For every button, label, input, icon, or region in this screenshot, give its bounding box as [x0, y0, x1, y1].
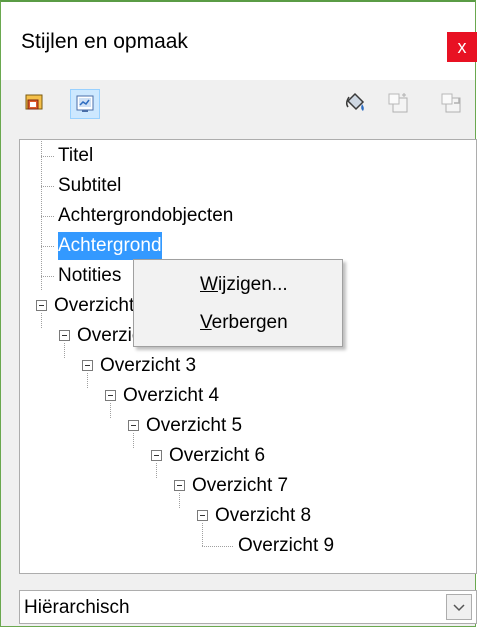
styles-tree[interactable]: Titel Subtitel Achtergrondobjecten Achte…: [19, 139, 477, 574]
tree-connector: [133, 432, 134, 448]
tree-item-label: Overzicht 8: [215, 505, 312, 526]
toolbar: [1, 80, 475, 134]
chevron-down-icon: [453, 604, 465, 612]
drawing-styles-icon: [76, 95, 94, 112]
tree-item-label: Notities: [58, 265, 122, 286]
filter-dropdown-button[interactable]: [446, 594, 472, 620]
tree-connector: [41, 276, 55, 277]
tree-connector: [179, 492, 180, 508]
tree-item-overzicht-7[interactable]: Overzicht 7: [192, 472, 288, 500]
collapse-icon[interactable]: [151, 450, 162, 461]
tree-item-notities[interactable]: Notities: [58, 262, 121, 290]
tree-item-titel[interactable]: Titel: [58, 142, 93, 170]
tree-item-overzicht-9[interactable]: Overzicht 9: [238, 532, 334, 560]
paint-bucket-icon: [345, 92, 365, 111]
collapse-icon[interactable]: [82, 360, 93, 371]
menu-item-verbergen[interactable]: Verbergen: [200, 312, 288, 334]
tree-item-label: Achtergrondobjecten: [58, 205, 234, 226]
close-icon: x: [457, 37, 467, 57]
tree-item-overzicht-6[interactable]: Overzicht 6: [169, 442, 265, 470]
tree-item-overzicht-4[interactable]: Overzicht 4: [123, 382, 219, 410]
menu-item-label: ijzigen...: [217, 274, 288, 295]
tree-connector: [41, 312, 42, 328]
tree-item-achtergrond[interactable]: Achtergrond: [58, 232, 162, 260]
tree-item-subtitel[interactable]: Subtitel: [58, 172, 121, 200]
collapse-icon[interactable]: [105, 390, 116, 401]
tree-item-label: Subtitel: [58, 175, 122, 196]
update-style-button[interactable]: [437, 89, 467, 119]
tree-connector: [41, 246, 55, 247]
context-menu: Wijzigen... Verbergen: [133, 259, 343, 347]
fill-format-mode-button[interactable]: [340, 89, 370, 119]
title-bar: Stijlen en opmaak x: [1, 2, 477, 80]
presentation-styles-button[interactable]: [19, 89, 49, 119]
tree-connector: [41, 156, 55, 157]
tree-item-label: Overzicht 7: [192, 475, 289, 496]
menu-item-wijzigen[interactable]: Wijzigen...: [200, 274, 288, 296]
tree-connector: [41, 186, 55, 187]
tree-item-overzicht-5[interactable]: Overzicht 5: [146, 412, 242, 440]
tree-item-label: Overzicht 5: [146, 415, 243, 436]
tree-connector: [202, 522, 203, 546]
tree-item-label: Titel: [58, 145, 94, 166]
collapse-icon[interactable]: [128, 420, 139, 431]
menu-item-label: erbergen: [211, 312, 288, 333]
tree-item-label: Overzicht 9: [238, 535, 335, 556]
tree-item-achtergrondobjecten[interactable]: Achtergrondobjecten: [58, 202, 233, 230]
tree-item-label: Overzicht 3: [100, 355, 197, 376]
panel-title: Stijlen en opmaak: [21, 30, 188, 53]
tree-connector: [110, 402, 111, 418]
update-style-icon: [441, 93, 461, 113]
tree-connector: [156, 462, 157, 478]
tree-item-overzicht-8[interactable]: Overzicht 8: [215, 502, 311, 530]
tree-connector: [64, 342, 65, 358]
filter-dropdown[interactable]: Hiërarchisch: [19, 590, 477, 624]
styles-panel: Stijlen en opmaak x Titel Subtitel Achte…: [0, 0, 477, 627]
tree-connector: [41, 140, 42, 290]
presentation-styles-icon: [25, 94, 43, 110]
tree-item-label: Overzicht 6: [169, 445, 266, 466]
close-button[interactable]: x: [447, 32, 477, 62]
collapse-icon[interactable]: [59, 330, 70, 341]
new-style-from-selection-button[interactable]: [384, 89, 414, 119]
tree-connector: [87, 372, 88, 388]
collapse-icon[interactable]: [174, 480, 185, 491]
collapse-icon[interactable]: [36, 300, 47, 311]
tree-item-label: Achtergrond: [58, 232, 162, 260]
tree-item-overzicht-3[interactable]: Overzicht 3: [100, 352, 196, 380]
drawing-styles-button[interactable]: [70, 89, 100, 119]
menu-item-accelerator: W: [200, 274, 218, 295]
tree-connector: [41, 216, 55, 217]
collapse-icon[interactable]: [197, 510, 208, 521]
new-style-icon: [388, 93, 408, 113]
tree-item-label: Overzicht 4: [123, 385, 220, 406]
tree-connector: [202, 546, 234, 547]
menu-item-accelerator: V: [200, 312, 212, 333]
filter-value: Hiërarchisch: [24, 597, 130, 618]
